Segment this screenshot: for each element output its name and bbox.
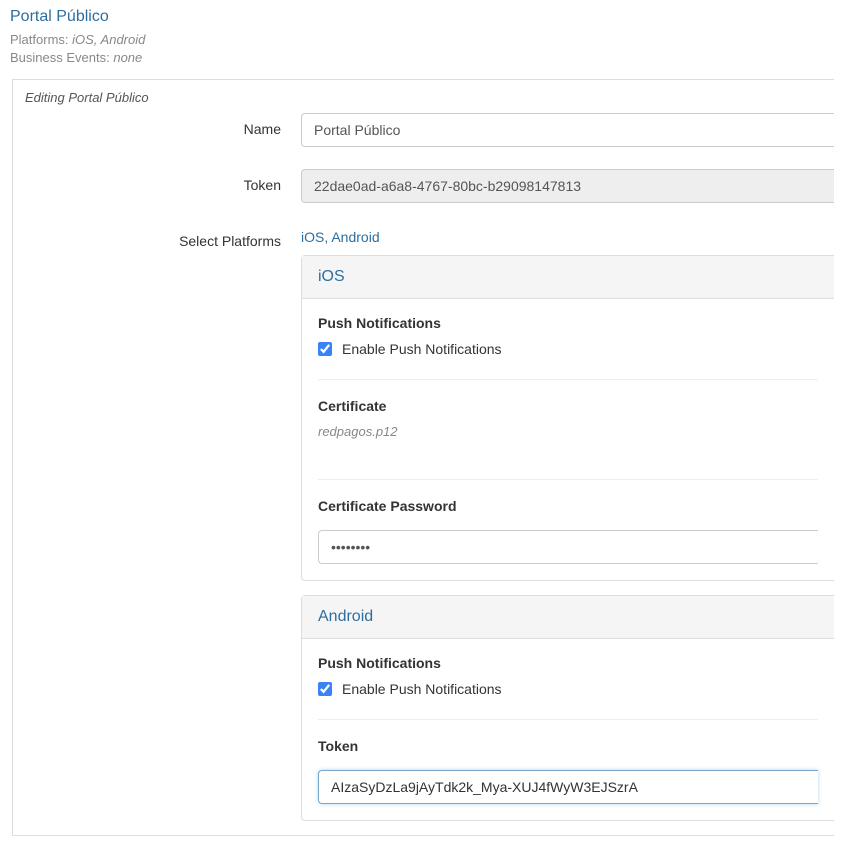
token-row: Token xyxy=(13,169,834,203)
platforms-meta-value: iOS, Android xyxy=(72,32,145,47)
android-enable-label: Enable Push Notifications xyxy=(342,681,502,697)
business-events-meta: Business Events: none xyxy=(10,50,834,65)
ios-enable-checkbox[interactable] xyxy=(318,342,332,356)
platforms-meta-label: Platforms: xyxy=(10,32,69,47)
divider xyxy=(318,719,818,720)
name-label: Name xyxy=(13,113,301,137)
android-enable-checkbox[interactable] xyxy=(318,682,332,696)
ios-cert-password-title: Certificate Password xyxy=(318,498,818,514)
android-enable-row: Enable Push Notifications xyxy=(318,681,818,697)
android-body: Push Notifications Enable Push Notificat… xyxy=(302,639,834,820)
select-platforms-label: Select Platforms xyxy=(13,225,301,249)
panel-heading: Editing Portal Público xyxy=(13,80,834,113)
app-title[interactable]: Portal Público xyxy=(10,8,834,26)
platforms-meta: Platforms: iOS, Android xyxy=(10,32,834,47)
edit-panel: Editing Portal Público Name Token Select… xyxy=(12,79,834,836)
name-row: Name xyxy=(13,113,834,147)
ios-panel: iOS Push Notifications Enable Push Notif… xyxy=(301,255,834,581)
ios-body: Push Notifications Enable Push Notificat… xyxy=(302,299,834,580)
name-input[interactable] xyxy=(301,113,834,147)
ios-cert-filename: redpagos.p12 xyxy=(318,424,818,439)
business-events-meta-value: none xyxy=(113,50,142,65)
android-header[interactable]: Android xyxy=(302,596,834,639)
ios-header[interactable]: iOS xyxy=(302,256,834,299)
select-platforms-row: Select Platforms iOS, Android iOS Push N… xyxy=(13,225,834,835)
android-token-title: Token xyxy=(318,738,818,754)
ios-cert-title: Certificate xyxy=(318,398,818,414)
divider xyxy=(318,379,818,380)
android-token-input[interactable] xyxy=(318,770,818,804)
platforms-link[interactable]: iOS, Android xyxy=(301,225,834,245)
token-label: Token xyxy=(13,169,301,193)
token-input xyxy=(301,169,834,203)
ios-enable-label: Enable Push Notifications xyxy=(342,341,502,357)
ios-enable-row: Enable Push Notifications xyxy=(318,341,818,357)
business-events-meta-label: Business Events: xyxy=(10,50,110,65)
ios-cert-password-input[interactable] xyxy=(318,530,818,564)
divider xyxy=(318,479,818,480)
android-push-title: Push Notifications xyxy=(318,655,818,671)
ios-push-title: Push Notifications xyxy=(318,315,818,331)
android-panel: Android Push Notifications Enable Push N… xyxy=(301,595,834,821)
page-header: Portal Público Platforms: iOS, Android B… xyxy=(10,8,834,65)
